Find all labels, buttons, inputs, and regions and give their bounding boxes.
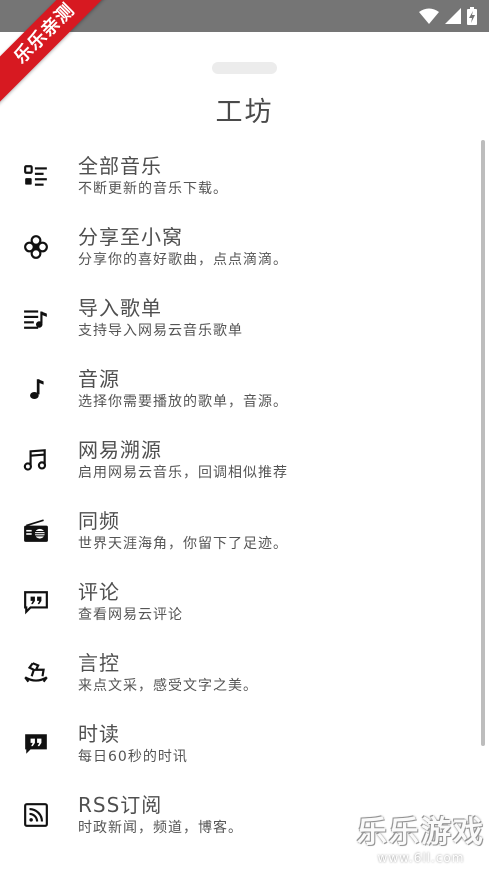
menu-item-subtitle: 选择你需要播放的歌单，音源。	[78, 393, 288, 410]
playlist-import-icon	[22, 304, 50, 332]
sheet-title: 工坊	[215, 97, 274, 128]
menu-item-subtitle: 来点文采，感受文字之美。	[78, 677, 258, 694]
menu-list: 全部音乐 不断更新的音乐下载。 分享至小窝 分享你的喜好歌曲，点点滴滴。 导入歌…	[0, 140, 480, 850]
rocking-horse-icon	[22, 659, 50, 687]
menu-item-subtitle: 世界天涯海角，你留下了足迹。	[78, 535, 288, 552]
menu-item-subtitle: 启用网易云音乐，回调相似推荐	[78, 464, 288, 481]
menu-item-same-frequency[interactable]: 同频 世界天涯海角，你留下了足迹。	[0, 495, 480, 566]
status-icons	[419, 6, 477, 26]
menu-item-all-music[interactable]: 全部音乐 不断更新的音乐下载。	[0, 140, 480, 211]
signal-icon	[445, 8, 461, 24]
rss-icon	[22, 801, 50, 829]
menu-item-subtitle: 支持导入网易云音乐歌单	[78, 322, 243, 339]
watermark-corner: 乐乐游戏 www.6ll.com	[357, 807, 485, 865]
menu-item-title: RSS订阅	[78, 792, 163, 817]
menu-item-title: 音源	[78, 366, 120, 391]
music-note-icon	[22, 375, 50, 403]
menu-item-title: 时读	[78, 721, 120, 746]
quote-icon	[22, 730, 50, 758]
menu-item-title: 网易溯源	[78, 437, 162, 462]
menu-item-subtitle: 每日60秒的时讯	[78, 748, 188, 765]
bottom-sheet: 工坊 全部音乐 不断更新的音乐下载。 分享至小窝 分享你的喜好歌曲，点点滴滴。 …	[0, 32, 489, 871]
menu-item-title: 评论	[78, 579, 120, 604]
menu-item-subtitle: 分享你的喜好歌曲，点点滴滴。	[78, 251, 288, 268]
menu-item-subtitle: 查看网易云评论	[78, 606, 183, 623]
menu-item-import-playlist[interactable]: 导入歌单 支持导入网易云音乐歌单	[0, 282, 480, 353]
list-grid-icon	[22, 162, 50, 190]
menu-item-subtitle: 不断更新的音乐下载。	[78, 180, 228, 197]
menu-item-subtitle: 时政新闻，频道，博客。	[78, 819, 243, 836]
menu-item-title: 分享至小窝	[78, 224, 183, 249]
menu-item-audio-source[interactable]: 音源 选择你需要播放的歌单，音源。	[0, 353, 480, 424]
wifi-icon	[419, 8, 439, 24]
watermark-corner-url: www.6ll.com	[377, 851, 465, 865]
menu-item-netease-trace[interactable]: 网易溯源 启用网易云音乐，回调相似推荐	[0, 424, 480, 495]
menu-item-daily-read[interactable]: 时读 每日60秒的时讯	[0, 708, 480, 779]
menu-item-comments[interactable]: 评论 查看网易云评论	[0, 566, 480, 637]
menu-item-word-control[interactable]: 言控 来点文采，感受文字之美。	[0, 637, 480, 708]
radio-icon	[22, 517, 50, 545]
comment-icon	[22, 588, 50, 616]
battery-charging-icon	[467, 7, 477, 25]
scrollbar[interactable]	[481, 140, 485, 746]
menu-item-share[interactable]: 分享至小窝 分享你的喜好歌曲，点点滴滴。	[0, 211, 480, 282]
menu-item-title: 同频	[78, 508, 120, 533]
menu-item-title: 导入歌单	[78, 295, 162, 320]
drag-handle[interactable]	[212, 62, 277, 74]
menu-item-title: 全部音乐	[78, 153, 162, 178]
double-note-icon	[22, 446, 50, 474]
watermark-corner-text: 乐乐游戏	[357, 815, 485, 850]
menu-item-title: 言控	[78, 650, 120, 675]
flower-icon	[22, 233, 50, 261]
